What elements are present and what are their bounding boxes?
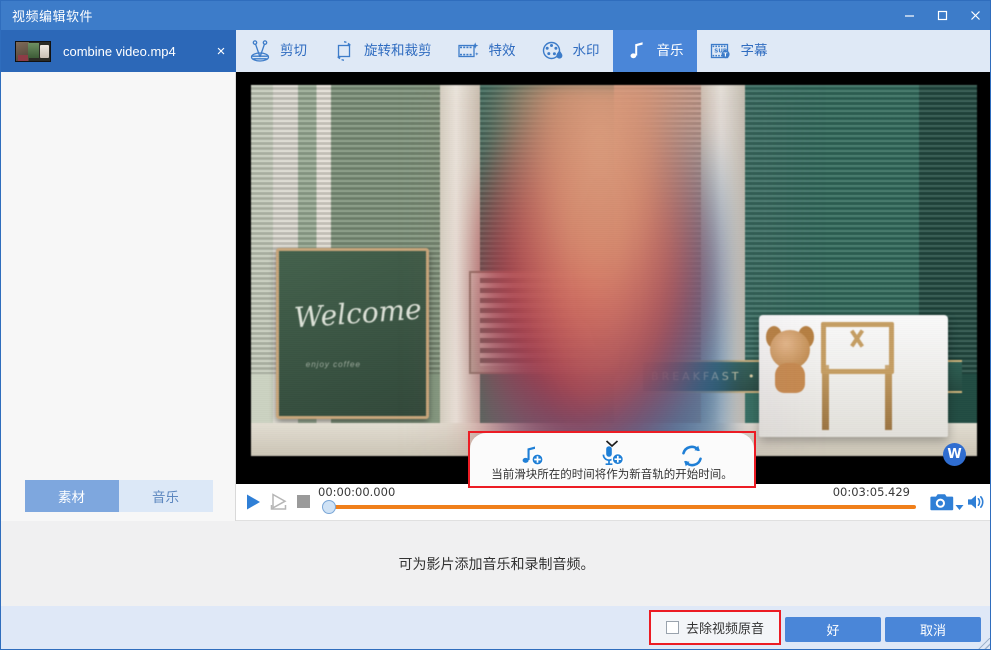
file-tab-close-icon[interactable]: × (206, 30, 236, 72)
volume-icon[interactable] (966, 492, 986, 512)
play-selection-icon[interactable] (269, 492, 290, 512)
title-bar: 视频编辑软件 (1, 1, 990, 30)
app-window: 视频编辑软件 combine video.mp4 × 剪切 旋转和裁剪 特效 水… (0, 0, 991, 650)
tab-music-label: 音乐 (656, 43, 684, 59)
music-popup-hint: 当前滑块所在的时间将作为新音轨的开始时间。 (491, 469, 733, 481)
tab-watermark-label: 水印 (572, 43, 600, 59)
file-tab-label: combine video.mp4 (63, 43, 176, 59)
sidebar-tab-music[interactable]: 音乐 (118, 480, 213, 512)
tab-music[interactable]: 音乐 (612, 30, 697, 72)
music-popup-actions (470, 444, 754, 468)
description-area: 可为影片添加音乐和录制音频。 (1, 521, 990, 606)
filmstrip-icon (456, 38, 482, 64)
tab-rotate-crop-label: 旋转和裁剪 (364, 43, 432, 59)
crop-icon (331, 38, 357, 64)
timeline-track[interactable] (326, 505, 916, 509)
time-start-label: 00:00:00.000 (318, 485, 396, 499)
file-tab[interactable]: combine video.mp4 × (1, 30, 236, 72)
video-preview[interactable]: Welcome enjoy coffee BREAKFAST • LU W (236, 72, 990, 484)
snapshot-icon[interactable] (930, 491, 954, 513)
tab-effects[interactable]: 特效 (445, 30, 529, 72)
window-title: 视频编辑软件 (12, 9, 94, 24)
tab-rotate-crop[interactable]: 旋转和裁剪 (320, 30, 445, 72)
video-frame: Welcome enjoy coffee BREAKFAST • LU (251, 85, 977, 456)
minimize-icon[interactable] (893, 1, 926, 30)
music-popup[interactable]: 当前滑块所在的时间将作为新音轨的开始时间。 (470, 433, 754, 486)
tab-subtitle[interactable]: SUB T 字幕 (697, 30, 781, 72)
watermark-icon (540, 38, 566, 64)
timeline-handle[interactable] (322, 500, 336, 514)
tab-cut[interactable]: 剪切 (236, 30, 320, 72)
remove-audio-checkbox[interactable] (665, 621, 679, 634)
ok-button[interactable]: 好 (785, 617, 881, 642)
tab-watermark[interactable]: 水印 (529, 30, 613, 72)
svg-text:T: T (723, 53, 727, 59)
sidebar-tabs: 素材 音乐 (1, 480, 236, 512)
music-note-icon (624, 38, 650, 64)
scissors-icon (247, 38, 273, 64)
microphone-plus-icon[interactable] (597, 444, 627, 468)
watermark-badge: W (943, 443, 966, 466)
swap-refresh-icon[interactable] (677, 444, 707, 468)
chevron-down-icon[interactable] (605, 435, 619, 448)
music-popup-highlight: 当前滑块所在的时间将作为新音轨的开始时间。 (468, 431, 756, 488)
snapshot-dropdown-icon[interactable] (955, 498, 964, 510)
time-end-label: 00:03:05.429 (832, 485, 910, 499)
description-text: 可为影片添加音乐和录制音频。 (398, 555, 595, 572)
sidebar-tab-materials[interactable]: 素材 (24, 480, 119, 512)
stop-icon[interactable] (297, 495, 310, 508)
window-controls (893, 1, 990, 30)
play-icon[interactable] (243, 492, 263, 512)
sidebar: 素材 音乐 (1, 72, 236, 521)
sidebar-content-list[interactable] (1, 72, 235, 477)
remove-audio-checkbox-highlight: 去除视频原音 (649, 610, 781, 645)
maximize-icon[interactable] (926, 1, 959, 30)
subtitle-icon: SUB T (708, 38, 734, 64)
tab-effects-label: 特效 (488, 43, 516, 59)
music-note-plus-icon[interactable] (517, 444, 547, 468)
remove-audio-label: 去除视频原音 (685, 621, 764, 636)
function-tabs: 剪切 旋转和裁剪 特效 水印 音乐 SUB T 字幕 (236, 30, 990, 72)
tab-cut-label: 剪切 (280, 43, 307, 59)
transport-bar: 00:00:00.000 00:03:05.429 (236, 484, 990, 521)
close-icon[interactable] (959, 1, 990, 30)
tab-subtitle-label: 字幕 (740, 43, 768, 59)
file-thumbnail-icon (15, 40, 51, 62)
tab-row: combine video.mp4 × 剪切 旋转和裁剪 特效 水印 音乐 SU… (1, 30, 990, 72)
cancel-button[interactable]: 取消 (885, 617, 981, 642)
